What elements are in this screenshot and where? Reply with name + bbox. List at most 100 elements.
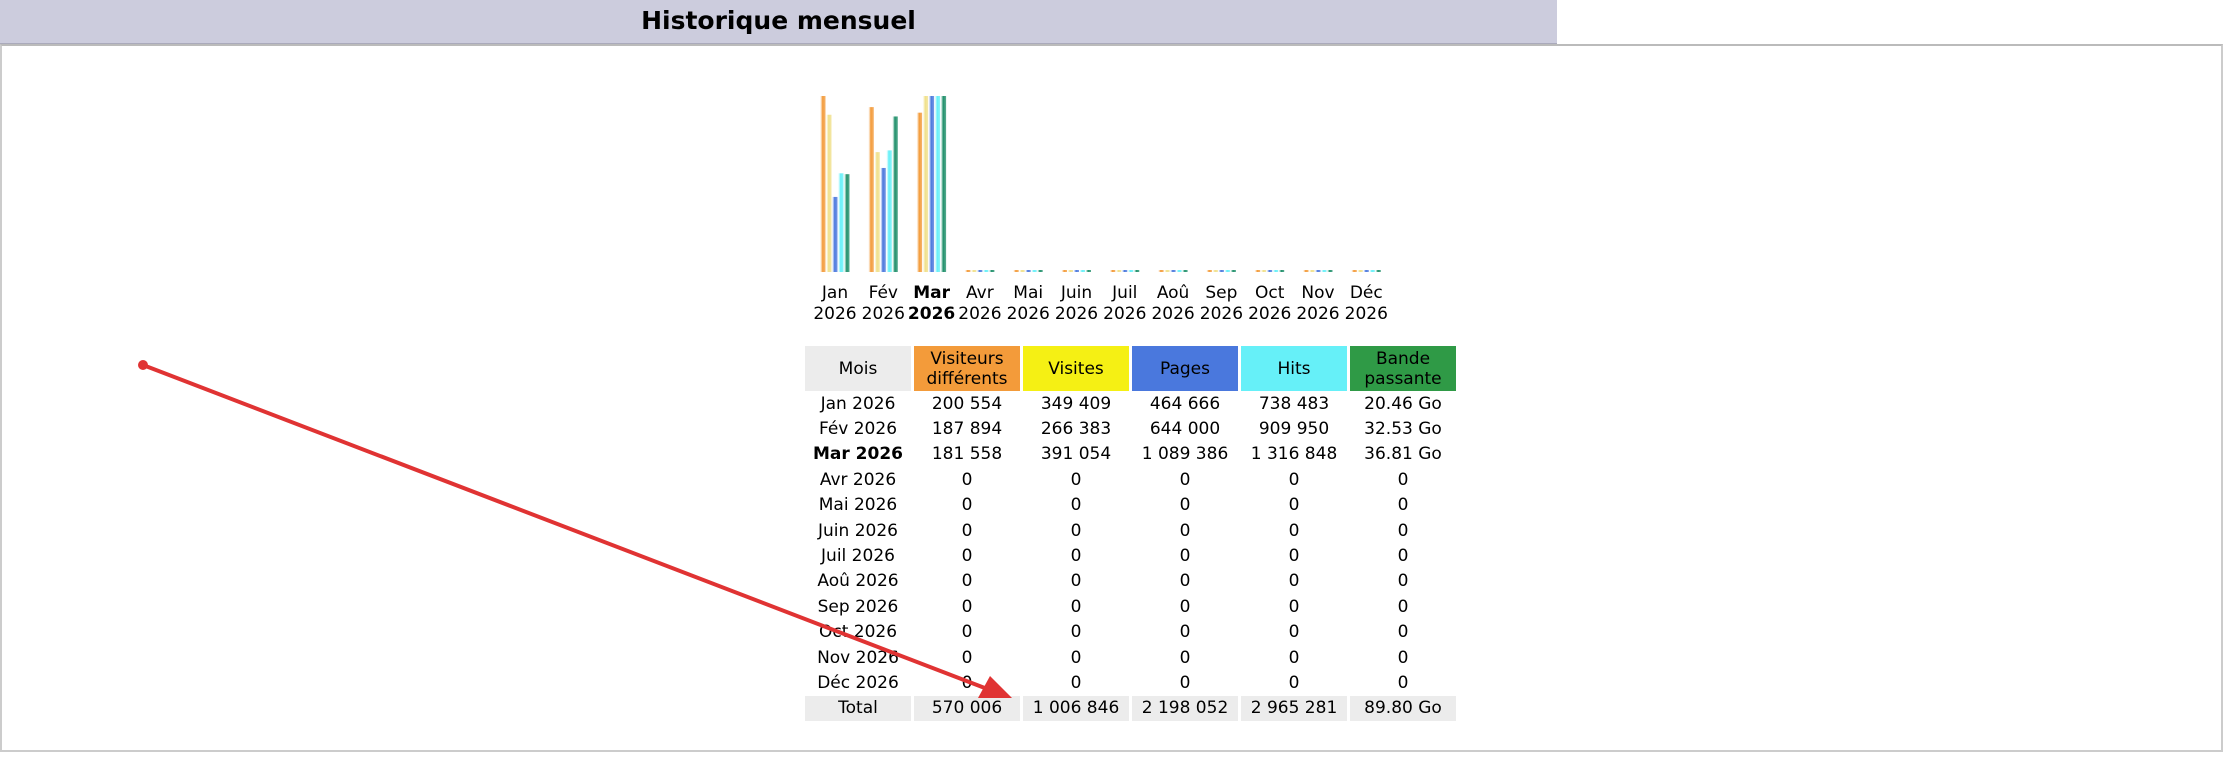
tick-label: Jan <box>821 283 848 303</box>
value-cell: 20.46 Go <box>1364 393 1442 414</box>
value-cell: 349 409 <box>1040 393 1112 414</box>
table-row: Nov 2026 0 0 0 0 0 <box>805 645 1456 670</box>
bar-hits <box>1031 270 1037 272</box>
value-cell: 0 <box>961 495 973 516</box>
bar-pages <box>1073 270 1079 272</box>
table-row: Mai 2026 0 0 0 0 0 <box>805 493 1456 518</box>
tick-label: Juil <box>1111 283 1137 303</box>
value-cell: 0 <box>1070 596 1082 617</box>
bar-bande-passante <box>1133 270 1140 272</box>
bar-pages <box>1363 270 1369 272</box>
value-cell: 0 <box>1288 495 1300 516</box>
value-cell: 0 <box>1070 672 1082 693</box>
bar-visites <box>1164 270 1170 272</box>
tick-label: 2026 <box>1055 304 1098 324</box>
table-row: Juin 2026 0 0 0 0 0 <box>805 518 1456 543</box>
bar-pages <box>1266 270 1273 272</box>
bar-visites <box>1019 270 1025 272</box>
header-pages: Pages <box>1132 346 1238 391</box>
value-cell: 32.53 Go <box>1364 419 1442 440</box>
bar-visiteurs-différents <box>1061 270 1067 272</box>
header-label: Mois <box>838 358 878 379</box>
value-cell: 36.81 Go <box>1364 444 1442 465</box>
tick-label: 2026 <box>1345 304 1388 324</box>
bar-visites <box>874 152 880 272</box>
value-cell: 0 <box>1070 622 1082 643</box>
value-cell: 1 089 386 <box>1141 444 1229 465</box>
header-label: différents <box>926 368 1008 389</box>
header-label: Bande <box>1375 348 1431 369</box>
bar-visiteurs-différents <box>820 96 826 272</box>
header-label: Visites <box>1048 358 1104 379</box>
month-cell: Aoû 2026 <box>817 571 899 592</box>
value-cell: 0 <box>1179 622 1191 643</box>
value-cell: 0 <box>1070 469 1082 490</box>
bar-visiteurs-différents <box>1303 270 1309 272</box>
tick-label: 2026 <box>1248 304 1291 324</box>
value-cell: 0 <box>1179 647 1191 668</box>
month-cell: Nov 2026 <box>817 647 899 668</box>
month-cell: Mai 2026 <box>818 495 898 516</box>
bar-visites <box>970 270 977 272</box>
value-cell: 0 <box>1288 571 1300 592</box>
value-cell: 1 006 846 <box>1023 695 1129 722</box>
bar-visiteurs-différents <box>1254 270 1261 272</box>
header-label: Pages <box>1159 358 1210 379</box>
tick-label: Aoû <box>1157 283 1190 303</box>
section-title: Historique mensuel <box>641 6 916 35</box>
tick-label: 2026 <box>908 304 955 324</box>
bar-pages <box>1025 270 1031 272</box>
header-bande-passante: Bande passante <box>1350 346 1456 391</box>
header-visiteurs: Visiteurs différents <box>914 346 1020 391</box>
tick-label: 2026 <box>958 304 1001 324</box>
table-row: Sep 2026 0 0 0 0 0 <box>805 594 1456 619</box>
value-cell: 464 666 <box>1149 393 1221 414</box>
value-cell: 391 054 <box>1040 444 1112 465</box>
bar-visites <box>922 96 929 272</box>
value-cell: 0 <box>1397 596 1409 617</box>
month-cell: Mar 2026 <box>812 444 903 465</box>
bar-bande-passante <box>892 116 898 272</box>
bar-pages <box>976 270 983 272</box>
month-cell: Total <box>805 695 911 722</box>
bar-bande-passante <box>1230 270 1236 272</box>
bar-pages <box>1121 270 1128 272</box>
value-cell: 0 <box>1288 596 1300 617</box>
value-cell: 0 <box>1288 546 1300 567</box>
bar-pages <box>1315 270 1321 272</box>
value-cell: 0 <box>961 520 973 541</box>
month-cell: Déc 2026 <box>817 672 899 693</box>
bar-hits <box>1176 270 1182 272</box>
table-row: Jan 2026 200 554 349 409 464 666 738 483 20.4… <box>805 391 1456 416</box>
bar-visites <box>1115 270 1122 272</box>
month-cell: Jan 2026 <box>820 393 896 414</box>
bar-pages <box>832 196 838 272</box>
value-cell: 0 <box>961 647 973 668</box>
bar-pages <box>880 167 886 272</box>
bar-visites <box>1260 270 1267 272</box>
header-visites: Visites <box>1023 346 1129 391</box>
tick-label: Avr <box>966 283 994 303</box>
month-cell: Juin 2026 <box>818 520 898 541</box>
table-row: Oct 2026 0 0 0 0 0 <box>805 620 1456 645</box>
bar-visiteurs-différents <box>964 270 971 272</box>
month-cell: Fév 2026 <box>818 419 898 440</box>
tick-label: Nov <box>1301 283 1334 303</box>
tick-label: 2026 <box>1103 304 1146 324</box>
value-cell: 0 <box>961 672 973 693</box>
bar-bande-passante <box>1182 270 1188 272</box>
value-cell: 0 <box>1288 647 1300 668</box>
value-cell: 738 483 <box>1258 393 1330 414</box>
bar-bande-passante <box>1037 270 1043 272</box>
value-cell: 0 <box>961 571 973 592</box>
tick-label: 2026 <box>1007 304 1050 324</box>
table-row: Aoû 2026 0 0 0 0 0 <box>805 569 1456 594</box>
bar-hits <box>1127 270 1134 272</box>
bar-bande-passante <box>1375 270 1381 272</box>
value-cell: 0 <box>1397 520 1409 541</box>
tick-label: Fév <box>869 283 898 303</box>
bar-visiteurs-différents <box>1158 270 1164 272</box>
value-cell: 266 383 <box>1040 419 1112 440</box>
value-cell: 2 965 281 <box>1241 695 1347 722</box>
value-cell: 0 <box>1070 571 1082 592</box>
